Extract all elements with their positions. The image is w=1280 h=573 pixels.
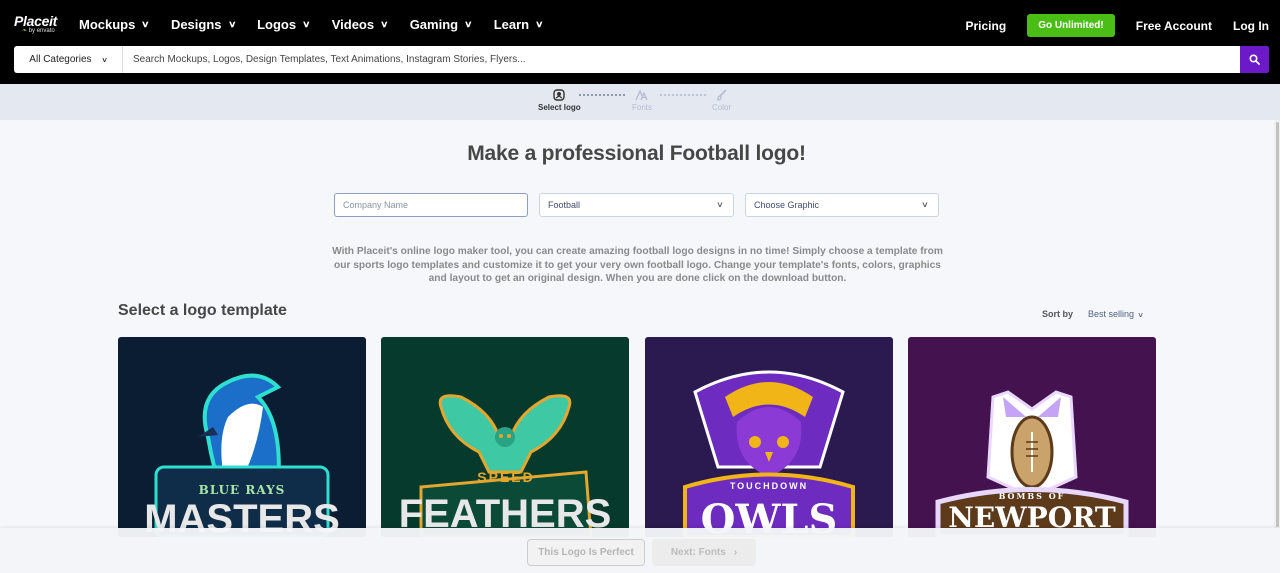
chevron-down-icon: ∨ [227,19,237,29]
pricing-link[interactable]: Pricing [966,19,1007,33]
search-input[interactable] [123,46,1240,73]
step-color[interactable]: Color [712,89,731,112]
graphic-select[interactable]: Choose Graphic ∨ [745,193,939,217]
font-icon [632,89,652,103]
free-account-link[interactable]: Free Account [1136,19,1212,33]
step-connector [660,94,706,96]
page-description: With Placeit's online logo maker tool, y… [332,246,943,285]
brand-sub: ❧ by envato [22,28,55,34]
placeit-logo[interactable]: Placeit ❧ by envato [14,14,57,35]
login-link[interactable]: Log In [1233,19,1269,33]
brush-icon [712,89,731,103]
step-select-logo[interactable]: Select logo [538,89,581,112]
logo-template-card[interactable]: BLUE RAYS MASTERS [118,337,366,537]
chevron-down-icon: ∨ [535,19,544,29]
account-nav: Pricing Go Unlimited! Free Account Log I… [966,14,1269,37]
logo-template-card[interactable]: BOMBS OF NEWPORT [908,337,1156,537]
chevron-down-icon: ∨ [380,19,389,29]
logo-template-image: SPEED FEATHERS [381,337,629,537]
chevron-down-icon: ∨ [716,200,724,209]
logo-template-image: BLUE RAYS MASTERS [118,337,366,537]
nav-videos[interactable]: Videos ∨ [332,17,389,32]
template-top-text: BOMBS OF [999,491,1066,501]
brand-name: Placeit [14,13,58,29]
category-select[interactable]: All Categories ∨ [14,46,123,73]
nav-mockups[interactable]: Mockups ∨ [79,17,150,32]
step-fonts[interactable]: Fonts [632,89,652,112]
search-bar: All Categories ∨ [14,46,1269,73]
chevron-down-icon: ∨ [302,19,311,29]
sort-select[interactable]: Best selling ∨ [1088,309,1144,319]
logo-template-image: TOUCHDOWN OWLS [645,337,893,537]
template-top-text: SPEED [477,469,534,485]
search-button[interactable] [1240,46,1269,73]
template-top-text: BLUE RAYS [199,483,286,497]
logo-icon [538,89,581,103]
search-icon [1249,54,1260,65]
company-name-input[interactable]: Company Name [334,193,528,217]
nav-learn[interactable]: Learn ∨ [494,17,544,32]
logo-steps: Select logo Fonts Color [0,84,1280,120]
chevron-down-icon: ∨ [100,56,108,64]
this-logo-is-perfect-button[interactable]: This Logo Is Perfect [527,539,645,566]
nav-designs[interactable]: Designs ∨ [171,17,237,32]
chevron-right-icon: › [733,547,738,558]
sort-label: Sort by [1042,309,1074,319]
logo-template-card[interactable]: TOUCHDOWN OWLS [645,337,893,537]
logo-template-image: BOMBS OF NEWPORT [908,337,1156,537]
go-unlimited-button[interactable]: Go Unlimited! [1027,14,1115,37]
page-title: Make a professional Football logo! [467,142,806,165]
next-fonts-button[interactable]: Next: Fonts › [652,539,756,566]
chevron-down-icon: ∨ [1137,312,1144,319]
nav-logos[interactable]: Logos ∨ [257,17,311,32]
main-nav: Mockups ∨ Designs ∨ Logos ∨ Videos ∨ Gaming ∨… [79,17,565,32]
nav-gaming[interactable]: Gaming ∨ [410,17,473,32]
step-connector [579,94,625,96]
bottom-action-bar: This Logo Is Perfect Next: Fonts › [0,528,1280,573]
top-navigation-bar: Placeit ❧ by envato Mockups ∨ Designs ∨ Lo… [0,0,1280,84]
section-title: Select a logo template [118,302,287,319]
chevron-down-icon: ∨ [464,19,473,29]
envato-leaf-icon: ❧ [22,28,28,34]
scrollbar-thumb[interactable] [1276,122,1279,527]
chevron-down-icon: ∨ [921,200,929,209]
chevron-down-icon: ∨ [141,19,150,29]
industry-select[interactable]: Football ∨ [539,193,734,217]
template-top-text: TOUCHDOWN [730,481,808,491]
logo-template-card[interactable]: SPEED FEATHERS [381,337,629,537]
